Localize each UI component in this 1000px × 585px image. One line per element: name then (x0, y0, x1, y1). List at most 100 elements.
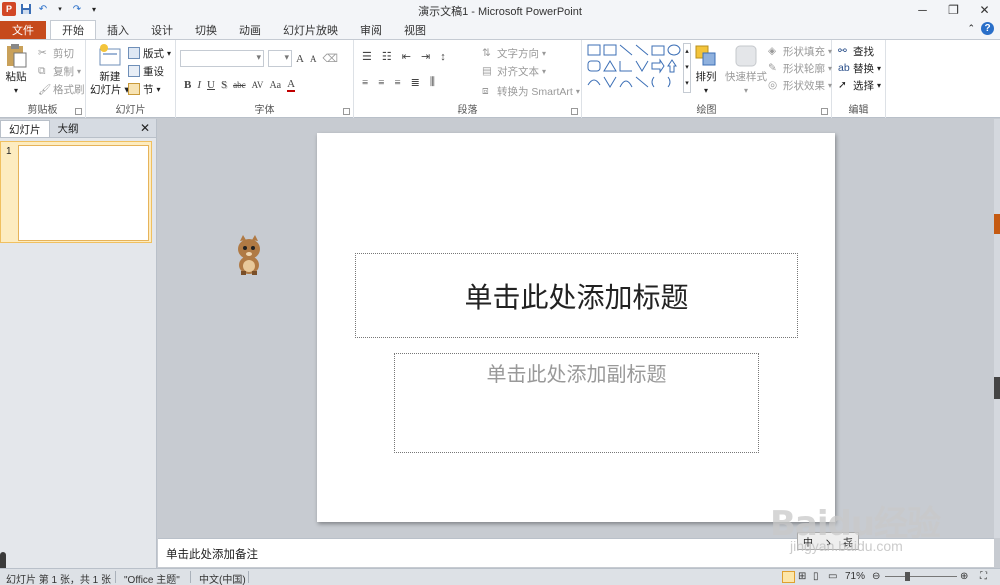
zoom-slider-thumb[interactable] (905, 572, 910, 581)
tab-transitions[interactable]: 切换 (184, 20, 228, 39)
tab-review[interactable]: 审阅 (349, 20, 393, 39)
align-text-button[interactable]: ▤ 对齐文本 ▾ (482, 63, 546, 79)
zoom-slider[interactable] (885, 576, 957, 577)
paste-button[interactable]: 粘贴 ▾ (4, 43, 28, 97)
italic-button[interactable]: I (197, 79, 201, 91)
help-icon[interactable]: ? (981, 22, 994, 35)
ime-toolbar[interactable]: 中 ゝ 㐂 (797, 532, 859, 550)
ime-settings-icon[interactable]: 㐂 (843, 534, 853, 549)
shadow-button[interactable]: S (221, 79, 227, 91)
new-slide-label-1: 新建 (99, 71, 121, 83)
select-button[interactable]: ➚ 选择 ▾ (838, 77, 881, 93)
language-status[interactable]: 中文(中国) (199, 571, 246, 585)
cut-button[interactable]: ✂ 剪切 (38, 45, 74, 61)
bullets-icon[interactable]: ☰ (362, 50, 372, 63)
strikethrough-button[interactable]: abc (233, 80, 246, 90)
arrange-button[interactable]: 排列 ▾ (694, 43, 718, 97)
font-launcher-icon[interactable] (343, 108, 350, 115)
scroll-marker (994, 377, 1000, 399)
normal-view-icon[interactable] (782, 571, 795, 583)
underline-button[interactable]: U (207, 79, 215, 91)
ime-mode-icon[interactable]: 中 (803, 534, 813, 549)
numbering-icon[interactable]: ☷ (382, 50, 392, 63)
align-right-icon[interactable]: ≡ (394, 77, 400, 89)
slides-group-label: 幻灯片 (115, 105, 146, 116)
section-button[interactable]: 节 ▾ (128, 81, 161, 97)
change-case-button[interactable]: Aa (269, 80, 281, 91)
tab-slides[interactable]: 幻灯片 (0, 120, 50, 137)
copy-button[interactable]: ⧉ 复制 ▾ (38, 63, 81, 79)
shapes-gallery[interactable] (586, 43, 682, 93)
shape-outline-button[interactable]: ✎ 形状轮廓 ▾ (768, 60, 832, 76)
font-size-combo[interactable] (268, 50, 292, 67)
reset-button[interactable]: 重设 (128, 63, 164, 79)
fit-to-window-icon[interactable]: ⛶ (980, 571, 987, 582)
clear-format-icon[interactable]: ⌫ (322, 52, 338, 65)
justify-icon[interactable]: ≣ (411, 76, 420, 89)
shrink-font-button[interactable]: A (310, 54, 317, 64)
slide-sorter-icon[interactable]: ⊞ (798, 571, 806, 582)
list-buttons: ☰ ☷ ⇤ ⇥ ↕ (362, 50, 446, 64)
decrease-indent-icon[interactable]: ⇤ (402, 50, 411, 63)
close-panel-icon[interactable]: ✕ (140, 121, 150, 135)
vertical-scrollbar[interactable] (994, 119, 1000, 538)
slide-thumbnail-row[interactable]: 1 (0, 141, 152, 243)
columns-icon[interactable]: ⫼ (430, 76, 435, 89)
tab-home[interactable]: 开始 (50, 20, 96, 39)
subtitle-placeholder[interactable]: 单击此处添加副标题 (394, 353, 759, 453)
clipboard-launcher-icon[interactable] (75, 108, 82, 115)
font-color-button[interactable]: A (287, 78, 296, 92)
bold-button[interactable]: B (184, 79, 191, 91)
replace-icon: ab (838, 62, 850, 74)
slide-canvas[interactable]: 单击此处添加标题 单击此处添加副标题 (317, 133, 835, 522)
character-spacing-button[interactable]: AV (252, 80, 264, 90)
quick-styles-button[interactable]: 快速样式 ▾ (725, 43, 767, 97)
tab-file[interactable]: 文件 (0, 21, 46, 39)
find-button[interactable]: ⚯ 查找 (838, 43, 874, 59)
close-button[interactable]: ✕ (969, 0, 1000, 20)
tab-design[interactable]: 设计 (140, 20, 184, 39)
minimize-ribbon-icon[interactable]: ⌃ (967, 23, 975, 34)
shapes-more-icon[interactable]: ▴ ▾ ▾ (683, 43, 691, 93)
font-name-combo[interactable] (180, 50, 264, 67)
tab-view[interactable]: 视图 (393, 20, 437, 39)
grow-font-button[interactable]: A (296, 53, 304, 65)
zoom-out-icon[interactable]: ⊖ (872, 571, 880, 582)
align-left-icon[interactable]: ≡ (362, 77, 368, 89)
align-center-icon[interactable]: ≡ (378, 77, 384, 89)
increase-indent-icon[interactable]: ⇥ (421, 50, 430, 63)
replace-button[interactable]: ab 替换 ▾ (838, 60, 881, 76)
slide-thumbnail[interactable] (18, 145, 149, 241)
shape-effects-button[interactable]: ◎ 形状效果 ▾ (768, 77, 832, 93)
reading-view-icon[interactable]: ▯ (813, 571, 819, 582)
new-slide-button[interactable]: 新建 幻灯片 ▾ (90, 43, 130, 97)
theme-status[interactable]: "Office 主题" (124, 571, 180, 585)
slideshow-view-icon[interactable]: ▭ (828, 571, 837, 582)
new-slide-icon (99, 44, 121, 66)
drawing-launcher-icon[interactable] (821, 108, 828, 115)
paste-dropdown-icon[interactable]: ▾ (14, 84, 18, 97)
restore-button[interactable]: ❐ (938, 0, 969, 20)
title-placeholder[interactable]: 单击此处添加标题 (355, 253, 798, 338)
zoom-level[interactable]: 71% (845, 571, 865, 582)
format-painter-button[interactable]: 🖌 格式刷 (38, 81, 85, 97)
text-direction-button[interactable]: ⇅ 文字方向 ▾ (482, 45, 546, 61)
notes-pane[interactable]: 单击此处添加备注 (158, 538, 994, 567)
ime-punct-icon[interactable]: ゝ (823, 534, 833, 549)
ribbon-tabs: 文件 开始 插入 设计 切换 动画 幻灯片放映 审阅 视图 ⌃ ? (0, 20, 1000, 40)
paragraph-launcher-icon[interactable] (571, 108, 578, 115)
tab-slideshow[interactable]: 幻灯片放映 (272, 20, 349, 39)
layout-button[interactable]: 版式 ▾ (128, 45, 171, 61)
tab-outline[interactable]: 大纲 (50, 120, 87, 137)
title-bar: P ↶ ▾ ↷ ▾ 演示文稿1 - Microsoft PowerPoint ─… (0, 0, 1000, 20)
line-spacing-icon[interactable]: ↕ (440, 51, 446, 63)
convert-smartart-button[interactable]: ⧈ 转换为 SmartArt ▾ (482, 83, 580, 99)
tab-insert[interactable]: 插入 (96, 20, 140, 39)
mascot-icon (238, 235, 260, 275)
notes-placeholder[interactable]: 单击此处添加备注 (166, 546, 258, 562)
shape-fill-button[interactable]: ◈ 形状填充 ▾ (768, 43, 832, 59)
minimize-button[interactable]: ─ (907, 0, 938, 20)
tab-animations[interactable]: 动画 (228, 20, 272, 39)
zoom-in-icon[interactable]: ⊕ (960, 571, 968, 582)
slide-number: 1 (6, 146, 12, 157)
